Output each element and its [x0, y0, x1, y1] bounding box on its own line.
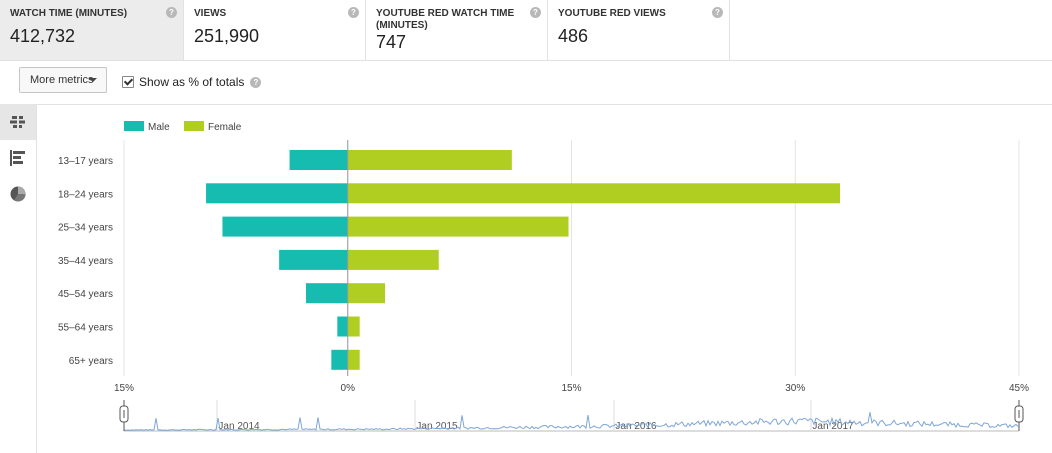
help-icon[interactable]: ? — [348, 7, 359, 18]
help-icon[interactable]: ? — [530, 7, 541, 18]
y-tick-label: 45–54 years — [58, 289, 113, 300]
bar-female — [347, 316, 360, 337]
chart-type-tabs — [0, 104, 37, 453]
legend-swatch — [184, 121, 204, 131]
metric-value: 747 — [376, 32, 407, 52]
metric-card-watch-time[interactable]: WATCH TIME (MINUTES) 412,732 ? — [0, 0, 184, 60]
bar-chart-icon — [10, 150, 25, 166]
bar-female — [347, 183, 840, 204]
help-icon[interactable]: ? — [250, 76, 262, 88]
x-tick-label: 15% — [561, 383, 581, 394]
y-tick-label: 18–24 years — [58, 189, 113, 200]
help-icon[interactable]: ? — [712, 7, 723, 18]
legend-swatch — [124, 121, 144, 131]
bar-female — [347, 249, 439, 270]
show-totals-checkbox[interactable] — [122, 76, 134, 88]
y-tick-label: 55–64 years — [58, 323, 113, 334]
x-tick-label: 30% — [785, 383, 805, 394]
metric-label: YOUTUBE RED WATCH TIME (MINUTES) — [376, 8, 515, 31]
x-tick-label: 0% — [341, 383, 356, 394]
bar-male — [222, 216, 348, 237]
pie-chart-icon — [10, 186, 26, 202]
y-tick-label: 13–17 years — [58, 156, 113, 167]
bar-male — [279, 249, 348, 270]
metric-label: WATCH TIME (MINUTES) — [10, 8, 128, 19]
y-tick-label: 35–44 years — [58, 256, 113, 267]
metric-value: 486 — [558, 26, 589, 46]
metric-value: 251,990 — [194, 26, 260, 46]
bar-male — [289, 150, 348, 170]
bar-female — [347, 150, 512, 170]
bar-male — [337, 316, 348, 337]
x-tick-label: 45% — [1009, 383, 1029, 394]
demographics-chart: 15% 0% 15% 30% 45% Male Female 13–17 years 18–24… — [58, 121, 1029, 432]
legend-label: Female — [208, 122, 242, 133]
tab-pie-chart[interactable] — [0, 176, 36, 212]
legend-label: Male — [148, 122, 170, 133]
toolbar: More metrics Show as % of totals ? — [0, 61, 1052, 105]
tab-bar-chart[interactable] — [0, 140, 36, 176]
show-totals-label: Show as % of totals — [139, 75, 245, 89]
butterfly-chart-icon — [10, 116, 25, 128]
bar-female — [347, 349, 360, 370]
tab-butterfly-chart[interactable] — [0, 104, 36, 140]
x-tick-label: 15% — [114, 383, 134, 394]
y-tick-label: 65+ years — [69, 356, 113, 367]
metric-label: YOUTUBE RED VIEWS — [558, 8, 666, 19]
y-tick-label: 25–34 years — [58, 223, 113, 234]
bar-male — [305, 283, 348, 304]
metrics-row: WATCH TIME (MINUTES) 412,732 ? VIEWS 251… — [0, 0, 1052, 61]
more-metrics-label: More metrics — [30, 74, 94, 86]
bar-female — [347, 216, 569, 237]
help-icon[interactable]: ? — [166, 7, 177, 18]
bar-male — [206, 183, 348, 204]
show-totals-toggle[interactable]: Show as % of totals ? — [122, 75, 262, 89]
metric-card-red-watch-time[interactable]: YOUTUBE RED WATCH TIME (MINUTES) 747 ? — [366, 0, 548, 60]
more-metrics-button[interactable]: More metrics — [19, 67, 107, 93]
timeline-label: Jan 2015 — [416, 421, 458, 432]
metric-card-red-views[interactable]: YOUTUBE RED VIEWS 486 ? — [548, 0, 730, 60]
bar-female — [347, 283, 386, 304]
metric-card-views[interactable]: VIEWS 251,990 ? — [184, 0, 366, 60]
metric-value: 412,732 — [10, 26, 76, 46]
metric-label: VIEWS — [194, 8, 227, 19]
bar-male — [331, 349, 348, 370]
caret-down-icon — [89, 78, 97, 82]
